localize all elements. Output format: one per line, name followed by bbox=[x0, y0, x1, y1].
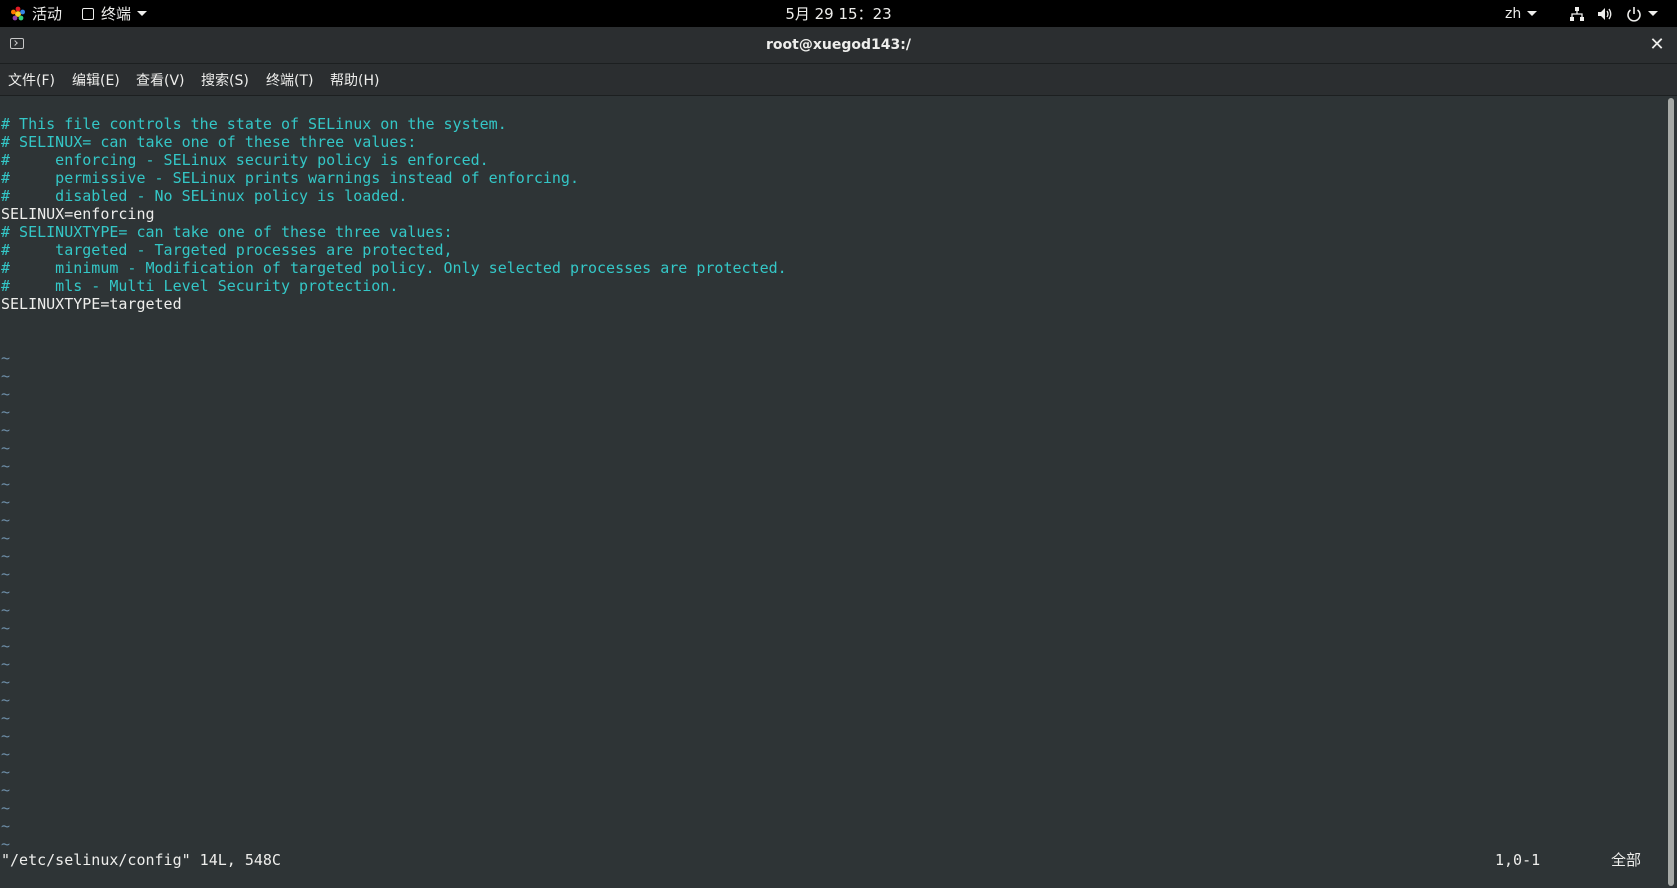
empty-line-marker: ~ bbox=[1, 385, 11, 403]
editor-line: # enforcing - SELinux security policy is… bbox=[1, 151, 489, 169]
empty-line-marker: ~ bbox=[1, 601, 11, 619]
empty-line-marker: ~ bbox=[1, 763, 11, 781]
clock-container: 5月 29 15：23 bbox=[0, 0, 1677, 27]
input-language-button[interactable]: zh bbox=[1505, 0, 1538, 27]
scrollbar-thumb[interactable] bbox=[1668, 98, 1674, 886]
chevron-down-icon bbox=[1648, 11, 1658, 16]
editor-line: SELINUXTYPE=targeted bbox=[1, 295, 182, 313]
empty-line-marker: ~ bbox=[1, 367, 11, 385]
menu-help[interactable]: 帮助(H) bbox=[330, 64, 379, 95]
editor-line: # This file controls the state of SELinu… bbox=[1, 115, 507, 133]
volume-icon[interactable] bbox=[1597, 0, 1613, 27]
network-icon[interactable] bbox=[1569, 0, 1585, 27]
empty-line-marker: ~ bbox=[1, 565, 11, 583]
menu-edit[interactable]: 编辑(E) bbox=[72, 64, 120, 95]
empty-line-marker: ~ bbox=[1, 799, 11, 817]
editor-line: # permissive - SELinux prints warnings i… bbox=[1, 169, 579, 187]
close-button[interactable]: ✕ bbox=[1648, 36, 1666, 54]
empty-line-marker: ~ bbox=[1, 421, 11, 439]
editor-line: # minimum - Modification of targeted pol… bbox=[1, 259, 787, 277]
language-label: zh bbox=[1505, 5, 1522, 22]
empty-line-marker: ~ bbox=[1, 475, 11, 493]
empty-line-marker: ~ bbox=[1, 673, 11, 691]
empty-line-marker: ~ bbox=[1, 583, 11, 601]
window-titlebar[interactable]: root@xuegod143:/ ✕ bbox=[0, 27, 1677, 64]
empty-line-marker: ~ bbox=[1, 709, 11, 727]
vim-cursor-position: 1,0-1 bbox=[1495, 851, 1541, 869]
empty-line-marker: ~ bbox=[1, 439, 11, 457]
empty-line-marker: ~ bbox=[1, 529, 11, 547]
empty-line-marker: ~ bbox=[1, 637, 11, 655]
empty-line-marker: ~ bbox=[1, 403, 11, 421]
empty-line-marker: ~ bbox=[1, 511, 11, 529]
power-icon bbox=[1627, 6, 1641, 22]
empty-line-marker: ~ bbox=[1, 727, 11, 745]
menu-file[interactable]: 文件(F) bbox=[8, 64, 55, 95]
editor-line: # SELINUXTYPE= can take one of these thr… bbox=[1, 223, 453, 241]
vim-scroll-indicator: 全部 bbox=[1611, 851, 1642, 869]
editor-line: SELINUX=enforcing bbox=[1, 205, 155, 223]
clock-button[interactable]: 5月 29 15：23 bbox=[785, 3, 891, 24]
menu-view[interactable]: 查看(V) bbox=[136, 64, 185, 95]
vim-status-file-info: "/etc/selinux/config" 14L, 548C bbox=[1, 851, 281, 869]
menu-terminal[interactable]: 终端(T) bbox=[266, 64, 313, 95]
empty-line-marker: ~ bbox=[1, 349, 11, 367]
terminal-scrollbar[interactable] bbox=[1666, 96, 1677, 888]
menu-bar: 文件(F) 编辑(E) 查看(V) 搜索(S) 终端(T) 帮助(H) bbox=[0, 64, 1677, 96]
empty-line-marker: ~ bbox=[1, 655, 11, 673]
power-menu-button[interactable] bbox=[1626, 0, 1658, 27]
editor-line: # targeted - Targeted processes are prot… bbox=[1, 241, 453, 259]
gnome-top-bar: 活动 终端 5月 29 15：23 zh bbox=[0, 0, 1677, 27]
empty-line-marker: ~ bbox=[1, 745, 11, 763]
terminal-view[interactable]: # This file controls the state of SELinu… bbox=[0, 96, 1666, 888]
empty-line-marker: ~ bbox=[1, 817, 11, 835]
empty-line-marker: ~ bbox=[1, 493, 11, 511]
window-title: root@xuegod143:/ bbox=[766, 37, 911, 53]
empty-line-marker: ~ bbox=[1, 619, 11, 637]
empty-line-marker: ~ bbox=[1, 457, 11, 475]
editor-line: # disabled - No SELinux policy is loaded… bbox=[1, 187, 408, 205]
empty-line-marker: ~ bbox=[1, 691, 11, 709]
chevron-down-icon bbox=[1527, 11, 1538, 16]
editor-line: # mls - Multi Level Security protection. bbox=[1, 277, 399, 295]
menu-search[interactable]: 搜索(S) bbox=[201, 64, 249, 95]
empty-line-marker: ~ bbox=[1, 781, 11, 799]
editor-line: # SELINUX= can take one of these three v… bbox=[1, 133, 417, 151]
empty-line-marker: ~ bbox=[1, 547, 11, 565]
